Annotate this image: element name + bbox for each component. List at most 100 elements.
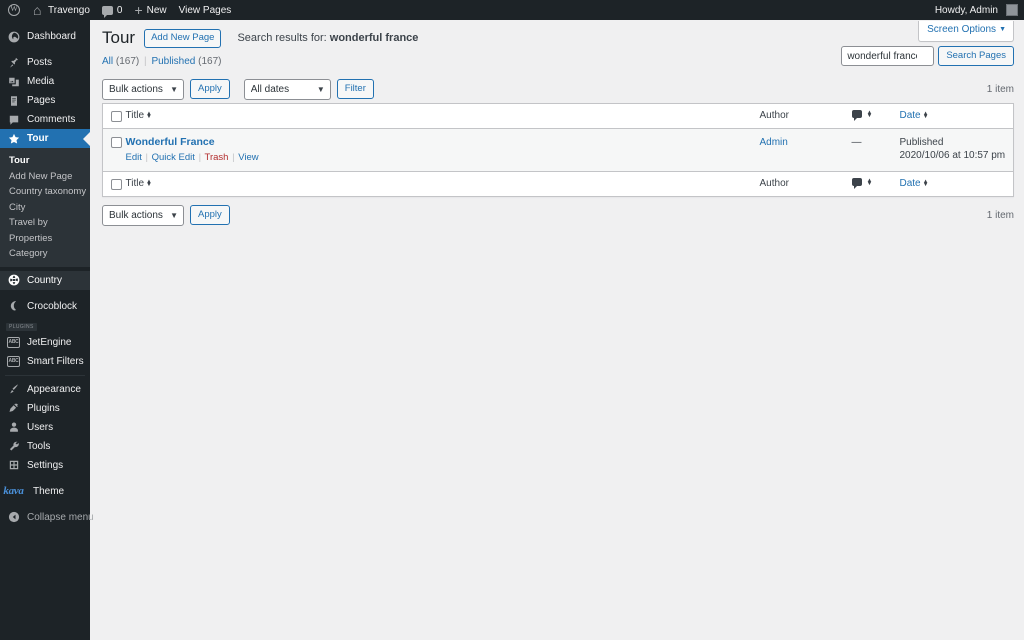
column-header-comments[interactable]: ▲ ▼	[851, 103, 900, 129]
sidebar-item-plugins[interactable]: Plugins	[0, 399, 90, 418]
column-header-title[interactable]: Title ▲ ▼	[125, 103, 760, 129]
my-account-button[interactable]: Howdy, Admin	[929, 0, 1024, 20]
submenu-item-tour[interactable]: Tour	[0, 153, 90, 169]
sort-arrows-icon: ▲ ▼	[146, 179, 152, 188]
sidebar-item-smart-filters[interactable]: ABC Smart Filters	[0, 352, 90, 371]
sidebar-item-kava-theme[interactable]: kava Theme	[0, 482, 90, 501]
menu-separator-2	[0, 290, 90, 297]
collapse-arrow-icon	[7, 511, 20, 524]
comments-bubble-button[interactable]: 0	[96, 0, 129, 20]
sidebar-item-label: Pages	[27, 95, 56, 106]
submenu-item-category[interactable]: Category	[0, 246, 90, 262]
views-separator: |	[144, 56, 147, 67]
collapse-menu-button[interactable]: Collapse menu	[0, 508, 94, 527]
submenu-item-properties[interactable]: Properties	[0, 231, 90, 247]
sidebar-item-crocoblock[interactable]: Crocoblock	[0, 297, 90, 316]
submenu-item-city[interactable]: City	[0, 200, 90, 216]
search-pages-button[interactable]: Search Pages	[938, 46, 1014, 66]
home-icon	[33, 5, 44, 16]
submenu-item-travel-by[interactable]: Travel by	[0, 215, 90, 231]
search-input[interactable]	[841, 46, 935, 66]
row-action-separator: |	[145, 152, 148, 163]
column-footer-title[interactable]: Title ▲ ▼	[125, 171, 760, 197]
row-comments-value: —	[851, 137, 862, 148]
sidebar-item-posts[interactable]: Posts	[0, 53, 90, 72]
smartfilters-glyph: ABC	[7, 355, 20, 367]
bulk-actions-top: Bulk actions ▼ Apply All dates ▼ Filter	[102, 78, 374, 100]
sidebar-item-label: Smart Filters	[27, 355, 84, 367]
row-date-status: Published	[899, 137, 944, 148]
filter-button[interactable]: Filter	[336, 79, 374, 99]
sidebar-item-comments[interactable]: Comments	[0, 110, 90, 129]
column-footer-comments[interactable]: ▲ ▼	[851, 171, 900, 197]
plus-icon: +	[134, 2, 143, 18]
sidebar-item-pages[interactable]: Pages	[0, 91, 90, 110]
moon-icon	[7, 300, 20, 313]
select-all-checkbox-top[interactable]	[111, 111, 122, 122]
sort-date-link-top[interactable]: Date ▲ ▼	[900, 110, 929, 121]
submenu-item-country-taxonomy[interactable]: Country taxonomy	[0, 184, 90, 200]
row-action-quick-edit[interactable]: Quick Edit	[152, 152, 195, 163]
date-filter-select-wrap: All dates ▼	[243, 78, 331, 100]
sort-arrows-icon: ▲ ▼	[866, 177, 873, 187]
view-pages-button[interactable]: View Pages	[173, 0, 238, 20]
sort-arrows-icon: ▲ ▼	[922, 111, 929, 120]
sidebar-item-appearance[interactable]: Appearance	[0, 380, 90, 399]
sidebar-item-dashboard[interactable]: Dashboard	[0, 27, 90, 46]
tour-submenu: Tour Add New Page Country taxonomy City …	[0, 148, 90, 267]
view-all[interactable]: All (167) |	[102, 56, 151, 67]
view-published-link[interactable]: Published	[151, 56, 195, 67]
sidebar-item-tour[interactable]: Tour	[0, 129, 90, 148]
user-icon	[7, 421, 20, 434]
sort-title-link-top[interactable]: Title ▲ ▼	[126, 110, 152, 121]
sort-title-link-bottom[interactable]: Title ▲ ▼	[126, 178, 152, 189]
brush-icon	[7, 383, 20, 396]
smartfilters-icon: ABC	[7, 355, 20, 368]
select-all-checkbox-bottom[interactable]	[111, 179, 122, 190]
add-new-page-button[interactable]: Add New Page	[144, 28, 222, 48]
wordpress-logo-button[interactable]	[0, 0, 27, 20]
sidebar-item-label: Appearance	[27, 383, 81, 395]
submenu-item-add-new-page[interactable]: Add New Page	[0, 169, 90, 185]
sidebar-item-media[interactable]: Media	[0, 72, 90, 91]
column-header-date[interactable]: Date ▲ ▼	[899, 103, 1014, 129]
kava-wordmark: kava	[3, 484, 24, 497]
sidebar-item-jetengine[interactable]: ABC JetEngine	[0, 333, 90, 352]
row-actions: Edit | Quick Edit | Trash | View	[126, 152, 757, 164]
bulk-actions-select-top[interactable]: Bulk actions	[102, 78, 184, 100]
view-published[interactable]: Published (167)	[151, 56, 221, 67]
site-name-label: Travengo	[48, 4, 90, 16]
page-icon	[7, 94, 20, 107]
row-author-link[interactable]: Admin	[760, 137, 788, 148]
column-author-label: Author	[759, 110, 789, 121]
new-content-button[interactable]: + New	[128, 0, 172, 20]
sidebar-item-users[interactable]: Users	[0, 418, 90, 437]
row-action-view[interactable]: View	[238, 152, 258, 163]
column-footer-date[interactable]: Date ▲ ▼	[899, 171, 1014, 197]
view-all-link[interactable]: All	[102, 56, 113, 67]
sidebar-item-settings[interactable]: Settings	[0, 456, 90, 475]
select-all-header	[102, 103, 126, 129]
site-name-button[interactable]: Travengo	[27, 0, 96, 20]
table-head: Title ▲ ▼ Author ▲ ▼ Date ▲ ▼	[102, 103, 1014, 129]
apply-button-bottom[interactable]: Apply	[190, 205, 230, 225]
page-wrap: Tour Add New Page Search results for: wo…	[90, 20, 1024, 229]
main-content: Screen Options ▼ Tour Add New Page Search…	[90, 20, 1024, 640]
sidebar-item-country[interactable]: Country	[0, 270, 90, 290]
row-select-cell	[103, 129, 126, 172]
plugins-section-badge: Plugins	[6, 322, 37, 331]
sidebar-item-tools[interactable]: Tools	[0, 437, 90, 456]
row-action-trash[interactable]: Trash	[205, 152, 229, 163]
sort-date-link-bottom[interactable]: Date ▲ ▼	[900, 178, 929, 189]
menu-top-spacer	[0, 20, 90, 27]
apply-button-top[interactable]: Apply	[190, 79, 230, 99]
collapse-menu-label: Collapse menu	[27, 511, 94, 523]
media-icon	[7, 75, 20, 88]
date-filter-select[interactable]: All dates	[243, 78, 331, 100]
bulk-actions-select-bottom[interactable]: Bulk actions	[102, 204, 184, 226]
row-checkbox[interactable]	[111, 137, 122, 148]
row-action-edit[interactable]: Edit	[126, 152, 142, 163]
search-results-label: Search results for: wonderful france	[237, 32, 418, 44]
row-title-link[interactable]: Wonderful France	[126, 136, 215, 149]
row-title-cell: Wonderful France Edit | Quick Edit | Tra…	[126, 129, 760, 172]
